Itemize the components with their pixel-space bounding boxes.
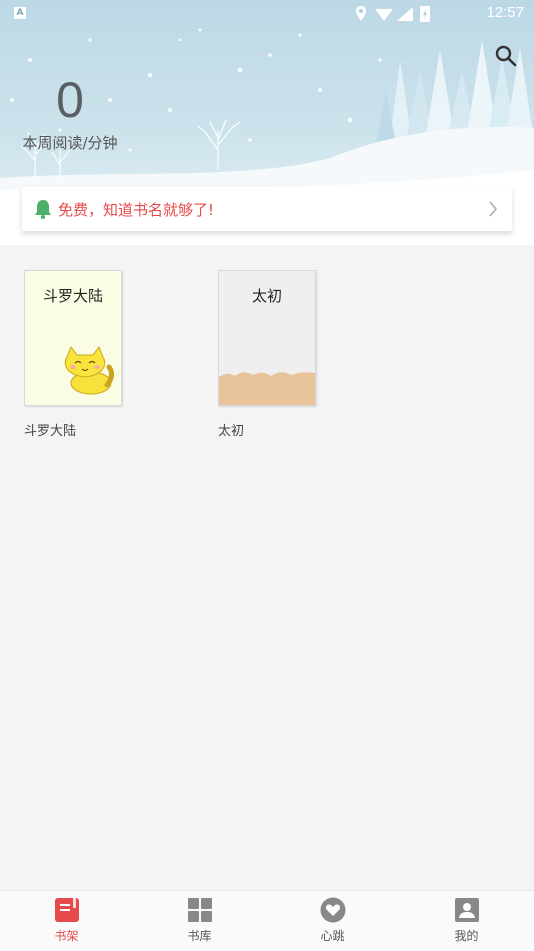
status-icons xyxy=(356,6,430,22)
bottom-tab-bar: 书架 书库 心跳 我的 xyxy=(0,890,534,951)
clock: 12:57 xyxy=(486,4,524,21)
book-item[interactable]: 太初 太初 xyxy=(218,270,316,439)
tab-label: 书库 xyxy=(187,929,212,943)
search-icon[interactable] xyxy=(494,44,518,68)
book-cover[interactable]: 斗罗大陆 xyxy=(24,270,122,406)
profile-icon xyxy=(455,898,479,922)
book-name: 太初 xyxy=(218,424,245,439)
notification-indicator: A xyxy=(14,7,26,19)
chevron-right-icon xyxy=(489,201,497,217)
free-notice-banner[interactable]: 免费，知道书名就够了! xyxy=(22,187,512,231)
heart-icon xyxy=(320,897,346,923)
tab-label: 我的 xyxy=(454,929,479,943)
book-cover-title: 斗罗大陆 xyxy=(42,287,103,305)
status-bar: A 12:57 xyxy=(0,0,534,28)
tab-library[interactable]: 书库 xyxy=(133,891,266,951)
reading-minutes: 0 xyxy=(56,72,84,128)
location-icon xyxy=(356,6,366,21)
tab-profile[interactable]: 我的 xyxy=(400,891,533,951)
book-cover[interactable]: 太初 xyxy=(218,270,316,406)
tab-bookshelf[interactable]: 书架 xyxy=(0,891,133,951)
book-icon xyxy=(55,898,79,922)
wifi-icon xyxy=(375,9,393,21)
weekly-reading-stat: 0 本周阅读/分钟 xyxy=(20,70,120,153)
signal-icon xyxy=(397,7,413,21)
reading-label: 本周阅读/分钟 xyxy=(22,134,118,152)
grid-icon xyxy=(188,898,212,922)
cover-cloud-decoration xyxy=(219,372,315,405)
tab-heartbeat[interactable]: 心跳 xyxy=(266,891,399,951)
tab-label: 书架 xyxy=(54,929,79,943)
book-name: 斗罗大陆 xyxy=(24,424,77,439)
cartoon-fox-icon xyxy=(64,345,115,395)
tab-label: 心跳 xyxy=(320,929,345,943)
book-item[interactable]: 斗罗大陆 斗罗大陆 xyxy=(24,270,122,439)
book-cover-title: 太初 xyxy=(251,287,282,305)
bell-icon xyxy=(35,200,51,219)
notice-text: 免费，知道书名就够了! xyxy=(58,201,215,219)
